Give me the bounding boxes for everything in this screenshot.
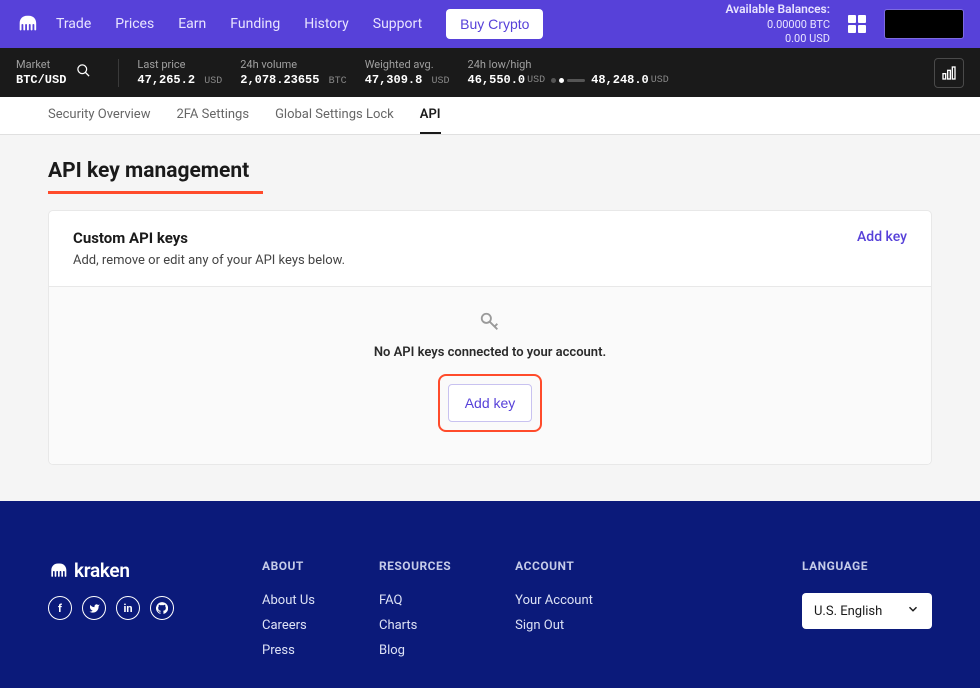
twitter-icon[interactable] bbox=[82, 596, 106, 620]
available-balances: Available Balances: 0.00000 BTC 0.00 USD bbox=[725, 2, 830, 46]
balance-btc: 0.00000 BTC bbox=[725, 18, 830, 32]
volume-cell: 24h volume 2,078.23655 BTC bbox=[240, 58, 346, 87]
add-key-button[interactable]: Add key bbox=[448, 384, 533, 422]
apps-grid-icon[interactable] bbox=[848, 15, 866, 33]
footer-account-title: ACCOUNT bbox=[515, 559, 593, 573]
tab-2fa-settings[interactable]: 2FA Settings bbox=[176, 107, 249, 134]
footer-link-about-us[interactable]: About Us bbox=[262, 593, 315, 608]
divider bbox=[118, 59, 119, 87]
facebook-icon[interactable]: f bbox=[48, 596, 72, 620]
language-value: U.S. English bbox=[814, 604, 882, 619]
footer-link-sign-out[interactable]: Sign Out bbox=[515, 618, 593, 633]
chart-icon[interactable] bbox=[934, 58, 964, 88]
nav-prices[interactable]: Prices bbox=[115, 16, 154, 32]
footer-about-title: ABOUT bbox=[262, 559, 315, 573]
market-pair-label: Market bbox=[16, 58, 66, 71]
linkedin-icon[interactable]: in bbox=[116, 596, 140, 620]
nav-earn[interactable]: Earn bbox=[178, 16, 206, 32]
tab-global-lock[interactable]: Global Settings Lock bbox=[275, 107, 394, 134]
empty-state-text: No API keys connected to your account. bbox=[49, 345, 931, 360]
nav-trade[interactable]: Trade bbox=[56, 16, 91, 32]
api-keys-card: Custom API keys Add, remove or edit any … bbox=[48, 210, 932, 465]
balances-label: Available Balances: bbox=[725, 2, 830, 18]
nav-support[interactable]: Support bbox=[373, 16, 422, 32]
range-slider-icon bbox=[551, 78, 585, 83]
add-key-highlight: Add key bbox=[438, 374, 543, 432]
github-icon[interactable] bbox=[150, 596, 174, 620]
settings-subnav: Security Overview 2FA Settings Global Se… bbox=[0, 97, 980, 135]
footer-link-blog[interactable]: Blog bbox=[379, 643, 451, 658]
footer-link-faq[interactable]: FAQ bbox=[379, 593, 451, 608]
footer-link-press[interactable]: Press bbox=[262, 643, 315, 658]
last-price-cell: Last price 47,265.2 USD bbox=[137, 58, 222, 87]
range-cell: 24h low/high 46,550.0 USD 48,248.0 USD bbox=[468, 58, 669, 87]
add-key-link[interactable]: Add key bbox=[857, 229, 907, 245]
tab-api[interactable]: API bbox=[420, 107, 441, 134]
key-icon bbox=[479, 311, 501, 337]
tab-security-overview[interactable]: Security Overview bbox=[48, 107, 150, 134]
site-footer: kraken f in ABOUT About Us Careers Press… bbox=[0, 501, 980, 688]
footer-resources-title: RESOURCES bbox=[379, 559, 451, 573]
nav-funding[interactable]: Funding bbox=[230, 16, 280, 32]
market-pair-cell[interactable]: Market BTC/USD bbox=[16, 58, 66, 87]
search-icon[interactable] bbox=[66, 63, 100, 82]
footer-link-careers[interactable]: Careers bbox=[262, 618, 315, 633]
market-bar: Market BTC/USD Last price 47,265.2 USD 2… bbox=[0, 48, 980, 97]
nav-links: Trade Prices Earn Funding History Suppor… bbox=[56, 16, 422, 32]
footer-link-your-account[interactable]: Your Account bbox=[515, 593, 593, 608]
main-content: API key management Custom API keys Add, … bbox=[0, 135, 980, 501]
kraken-logo-icon[interactable] bbox=[16, 13, 38, 35]
nav-history[interactable]: History bbox=[304, 16, 349, 32]
market-pair: BTC/USD bbox=[16, 73, 66, 87]
buy-crypto-button[interactable]: Buy Crypto bbox=[446, 9, 543, 39]
profile-menu[interactable] bbox=[884, 9, 964, 39]
card-title: Custom API keys bbox=[73, 229, 345, 247]
footer-language-title: LANGUAGE bbox=[802, 559, 932, 573]
footer-logo[interactable]: kraken bbox=[48, 559, 198, 582]
card-subtitle: Add, remove or edit any of your API keys… bbox=[73, 253, 345, 268]
footer-link-charts[interactable]: Charts bbox=[379, 618, 451, 633]
balance-usd: 0.00 USD bbox=[725, 32, 830, 46]
language-select[interactable]: U.S. English bbox=[802, 593, 932, 629]
chevron-down-icon bbox=[906, 602, 920, 620]
wavg-cell: Weighted avg. 47,309.8 USD bbox=[365, 58, 450, 87]
page-title: API key management bbox=[48, 159, 263, 194]
top-navbar: Trade Prices Earn Funding History Suppor… bbox=[0, 0, 980, 48]
